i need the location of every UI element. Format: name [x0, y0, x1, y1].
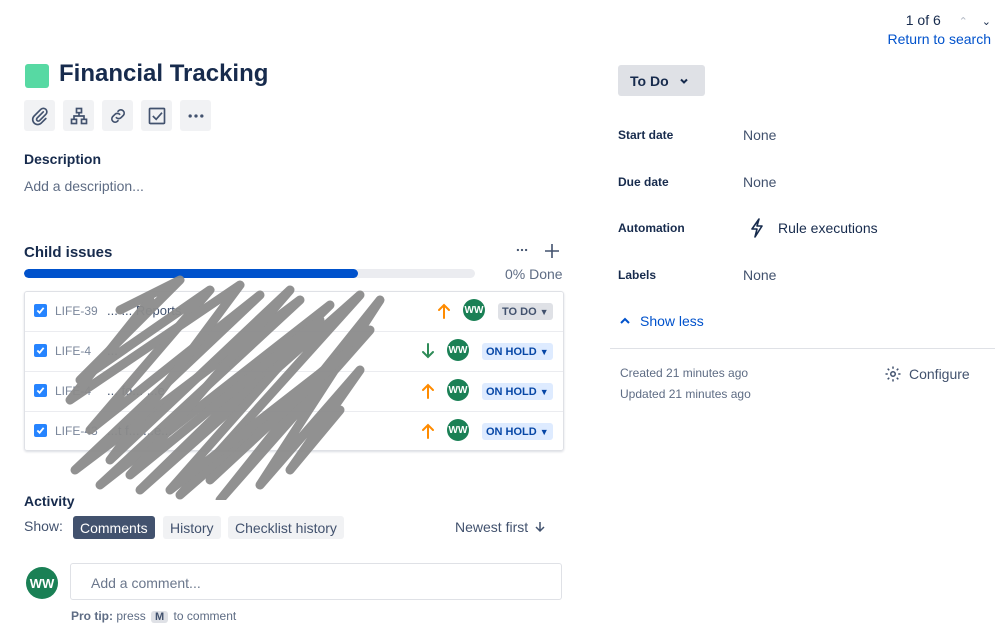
progress-label: 0% Done [505, 266, 563, 282]
activity-heading: Activity [24, 493, 75, 509]
issue-pager: 1 of 6 ⌃ ⌄ [906, 12, 991, 28]
status-dropdown[interactable]: ON HOLD ▼ [482, 423, 553, 440]
issue-type-checkbox-icon [34, 424, 47, 437]
issue-type-checkbox-icon [34, 304, 47, 317]
link-issue-button[interactable] [102, 100, 133, 131]
assignee-avatar[interactable]: WW [447, 419, 469, 441]
updated-timestamp: Updated 21 minutes ago [620, 387, 751, 401]
chevron-down-icon: ▼ [539, 306, 549, 317]
pro-tip-label: Pro tip: [71, 609, 113, 623]
chevron-up-icon[interactable]: ⌃ [959, 15, 968, 28]
issue-type-checkbox-icon [34, 344, 47, 357]
start-date-value[interactable]: None [743, 127, 776, 143]
issue-type-icon [25, 64, 49, 88]
chevron-up-icon [620, 317, 630, 324]
show-less-label: Show less [640, 313, 704, 329]
configure-label: Configure [909, 366, 970, 382]
chevron-down-icon[interactable]: ⌄ [982, 15, 991, 28]
rule-executions-label: Rule executions [778, 220, 878, 236]
due-date-label: Due date [618, 175, 669, 189]
status-label: ON HOLD [486, 385, 537, 398]
sort-order-button[interactable]: Newest first [455, 519, 546, 535]
assignee-avatar[interactable]: WW [447, 339, 469, 361]
pro-tip-suffix: to comment [173, 609, 237, 623]
plus-icon [545, 244, 559, 258]
show-label: Show: [24, 518, 63, 534]
gear-icon [885, 366, 901, 382]
chevron-down-icon: ▼ [539, 426, 549, 437]
link-icon [110, 108, 125, 123]
chevron-down-icon: ▼ [539, 346, 549, 357]
chevron-down-icon: ▼ [539, 386, 549, 397]
divider [610, 348, 995, 349]
priority-down-icon [422, 343, 434, 359]
show-less-button[interactable]: Show less [619, 313, 704, 329]
pro-tip-press: press [116, 609, 146, 623]
paperclip-icon [31, 106, 48, 125]
priority-up-icon [422, 423, 434, 439]
rule-executions-link[interactable]: Rule executions [750, 218, 878, 238]
child-issues-more-button[interactable] [515, 243, 529, 260]
child-issues-heading: Child issues [24, 244, 113, 261]
pro-tip: Pro tip: press M to comment [71, 609, 236, 623]
priority-up-icon [438, 303, 450, 319]
attach-button[interactable] [24, 100, 55, 131]
created-timestamp: Created 21 minutes ago [620, 366, 749, 380]
issue-title[interactable]: Financial Tracking [59, 60, 268, 88]
priority-up-icon [422, 383, 434, 399]
redaction-scribble [65, 275, 385, 500]
checklist-icon [148, 107, 165, 124]
arrow-down-icon [535, 522, 545, 533]
filter-comments-button[interactable]: Comments [73, 516, 155, 539]
user-avatar: WW [26, 567, 58, 599]
due-date-value[interactable]: None [743, 174, 776, 190]
filter-history-button[interactable]: History [163, 516, 221, 539]
description-heading: Description [24, 151, 102, 167]
more-icon [188, 113, 203, 118]
filter-checklist-history-button[interactable]: Checklist history [228, 516, 344, 539]
status-label: TO DO [502, 305, 537, 318]
labels-value[interactable]: None [743, 267, 776, 283]
comment-placeholder: Add a comment... [91, 575, 201, 591]
status-label: ON HOLD [486, 345, 537, 358]
labels-label: Labels [618, 268, 657, 282]
checklist-button[interactable] [141, 100, 172, 131]
comment-input[interactable]: Add a comment... [70, 563, 562, 600]
lightning-icon [751, 218, 763, 238]
status-label: To Do [630, 72, 669, 89]
issue-type-checkbox-icon [34, 384, 47, 397]
more-icon [516, 248, 528, 252]
sort-label: Newest first [455, 519, 529, 535]
shortcut-key: M [151, 611, 169, 623]
add-child-issue-plus-button[interactable] [544, 243, 560, 262]
hierarchy-icon [70, 107, 87, 124]
chevron-down-icon [679, 78, 688, 84]
status-dropdown[interactable]: TO DO ▼ [498, 303, 553, 320]
more-actions-button[interactable] [180, 100, 211, 131]
status-dropdown[interactable]: ON HOLD ▼ [482, 343, 553, 360]
pager-count: 1 of 6 [905, 12, 941, 28]
issue-status-dropdown[interactable]: To Do [618, 65, 705, 96]
automation-label: Automation [618, 221, 685, 235]
status-dropdown[interactable]: ON HOLD ▼ [482, 383, 553, 400]
add-child-issue-button[interactable] [63, 100, 94, 131]
configure-button[interactable]: Configure [884, 365, 970, 383]
start-date-label: Start date [618, 128, 674, 142]
status-label: ON HOLD [486, 425, 537, 438]
assignee-avatar[interactable]: WW [447, 379, 469, 401]
assignee-avatar[interactable]: WW [463, 299, 485, 321]
description-field[interactable]: Add a description... [24, 178, 144, 194]
return-to-search-link[interactable]: Return to search [888, 31, 992, 47]
